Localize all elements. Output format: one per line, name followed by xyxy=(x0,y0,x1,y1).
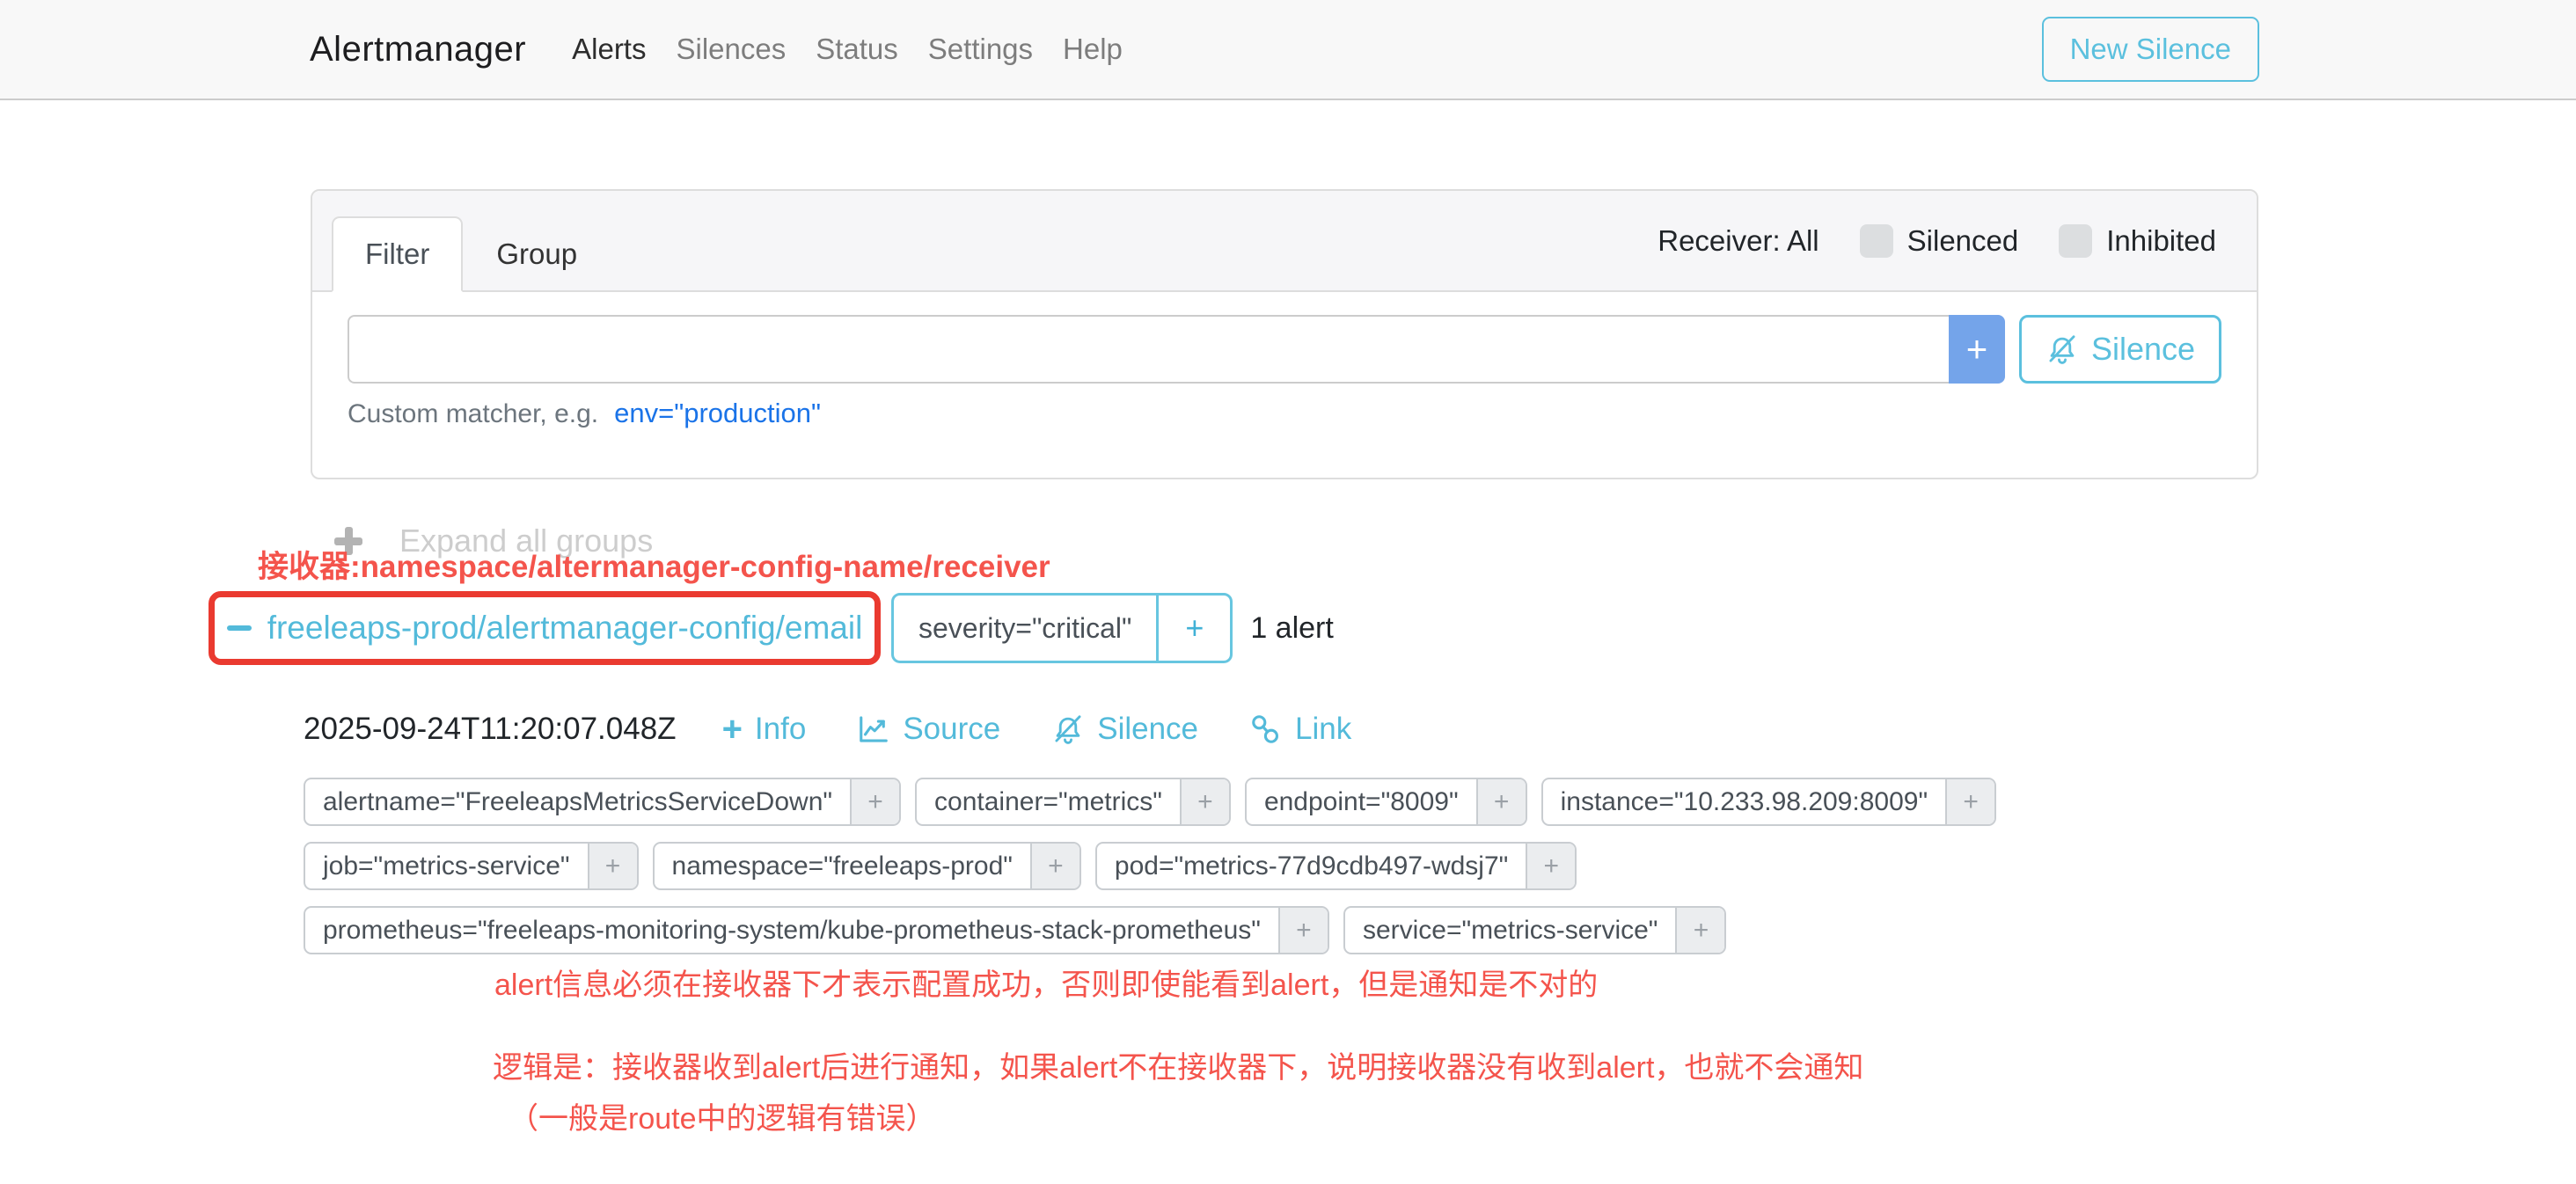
alert-detail: 2025-09-24T11:20:07.048Z + Info Source xyxy=(304,704,2054,954)
alert-group-header: freeleaps-prod/alertmanager-config/email… xyxy=(209,589,1334,667)
label-chip: prometheus="freeleaps-monitoring-system/… xyxy=(304,906,1329,954)
label-chip: job="metrics-service" + xyxy=(304,842,639,890)
alertmanager-page: Alertmanager Alerts Silences Status Sett… xyxy=(0,0,2576,1184)
add-filter-button[interactable]: + xyxy=(1278,908,1328,953)
nav-link-silences[interactable]: Silences xyxy=(676,33,786,66)
label-text: job="metrics-service" xyxy=(305,844,588,888)
silence-alert-button[interactable]: Silence xyxy=(1051,712,1198,747)
matcher-input[interactable] xyxy=(348,315,1949,384)
annotation-logic-note-line2: （一般是route中的逻辑有错误） xyxy=(509,1094,936,1137)
group-matcher-chip: severity="critical" + xyxy=(891,593,1233,663)
label-text: prometheus="freeleaps-monitoring-system/… xyxy=(305,908,1278,953)
add-matcher-button[interactable]: + xyxy=(1949,315,2005,384)
plus-icon: + xyxy=(867,787,883,817)
add-filter-button[interactable]: + xyxy=(1180,779,1229,824)
plus-icon: + xyxy=(1966,328,1988,370)
label-text: container="metrics" xyxy=(917,779,1180,824)
label-chip: endpoint="8009" + xyxy=(1245,778,1527,826)
navbar: Alertmanager Alerts Silences Status Sett… xyxy=(0,0,2576,100)
label-chip: namespace="freeleaps-prod" + xyxy=(653,842,1081,890)
link-label: Link xyxy=(1295,712,1351,747)
plus-icon: + xyxy=(1296,916,1312,946)
source-link[interactable]: Source xyxy=(857,712,1000,747)
alert-timestamp: 2025-09-24T11:20:07.048Z xyxy=(304,712,677,747)
annotation-alert-note: alert信息必须在接收器下才表示配置成功，否则即使能看到alert，但是通知是… xyxy=(494,961,1598,1004)
filter-panel: Filter Group Receiver: All Silenced Inhi… xyxy=(311,189,2258,479)
hint-text: Custom matcher, e.g. xyxy=(348,399,598,429)
annotation-logic-note-line1: 逻辑是：接收器收到alert后进行通知，如果alert不在接收器下，说明接收器没… xyxy=(493,1043,1863,1086)
plus-icon: + xyxy=(1544,851,1560,881)
group-matcher-label: severity="critical" xyxy=(894,596,1156,661)
source-label: Source xyxy=(903,712,1000,747)
add-filter-button[interactable]: + xyxy=(1526,844,1575,888)
plus-icon: + xyxy=(1185,610,1204,647)
add-group-matcher-button[interactable]: + xyxy=(1156,596,1230,661)
hint-example-link[interactable]: env="production" xyxy=(614,398,821,429)
add-filter-button[interactable]: + xyxy=(850,779,899,824)
tab-filter[interactable]: Filter xyxy=(332,216,463,292)
silence-filter-button[interactable]: Silence xyxy=(2019,315,2221,384)
label-text: instance="10.233.98.209:8009" xyxy=(1543,779,1945,824)
info-label: Info xyxy=(755,712,806,747)
inhibited-checkbox[interactable] xyxy=(2059,224,2092,258)
nav-link-settings[interactable]: Settings xyxy=(928,33,1033,66)
filter-panel-header: Filter Group Receiver: All Silenced Inhi… xyxy=(312,191,2257,292)
bell-slash-icon xyxy=(2045,333,2079,366)
brand-link[interactable]: Alertmanager xyxy=(310,30,526,69)
minus-icon xyxy=(227,625,252,631)
annotation-receiver-note: 接收器:namespace/altermanager-config-name/r… xyxy=(258,542,1050,587)
plus-icon: + xyxy=(1197,787,1213,817)
silenced-checkbox-group[interactable]: Silenced xyxy=(1860,224,2019,258)
label-text: namespace="freeleaps-prod" xyxy=(655,844,1030,888)
alert-labels: alertname="FreeleapsMetricsServiceDown" … xyxy=(304,778,2054,954)
add-filter-button[interactable]: + xyxy=(1030,844,1079,888)
label-text: alertname="FreeleapsMetricsServiceDown" xyxy=(305,779,850,824)
filter-panel-body: + Silence Custom matcher, e.g. env="prod xyxy=(312,292,2257,429)
plus-icon: + xyxy=(605,851,621,881)
nav-links: Alerts Silences Status Settings Help xyxy=(572,33,1123,66)
annotation-highlight-box: freeleaps-prod/alertmanager-config/email xyxy=(209,591,881,665)
add-filter-button[interactable]: + xyxy=(1675,908,1724,953)
silence-filter-label: Silence xyxy=(2091,331,2195,368)
alert-count: 1 alert xyxy=(1250,611,1334,646)
plus-icon: + xyxy=(1048,851,1064,881)
plus-icon: + xyxy=(1694,916,1709,946)
add-filter-button[interactable]: + xyxy=(588,844,637,888)
plus-icon: + xyxy=(1963,787,1979,817)
label-chip: pod="metrics-77d9cdb497-wdsj7" + xyxy=(1095,842,1577,890)
receiver-group-label: freeleaps-prod/alertmanager-config/email xyxy=(267,610,863,647)
label-chip: container="metrics" + xyxy=(915,778,1231,826)
matcher-hint: Custom matcher, e.g. env="production" xyxy=(348,398,2221,429)
matcher-row: + Silence xyxy=(348,315,2221,384)
inhibited-checkbox-group[interactable]: Inhibited xyxy=(2059,224,2216,258)
nav-link-status[interactable]: Status xyxy=(816,33,898,66)
silenced-checkbox[interactable] xyxy=(1860,224,1893,258)
silenced-checkbox-label: Silenced xyxy=(1907,224,2019,258)
label-chip: service="metrics-service" + xyxy=(1343,906,1727,954)
label-chip: instance="10.233.98.209:8009" + xyxy=(1541,778,1996,826)
receiver-filter[interactable]: Receiver: All xyxy=(1658,224,1819,258)
add-filter-button[interactable]: + xyxy=(1945,779,1994,824)
nav-link-help[interactable]: Help xyxy=(1063,33,1123,66)
inhibited-checkbox-label: Inhibited xyxy=(2106,224,2216,258)
label-text: endpoint="8009" xyxy=(1247,779,1476,824)
tab-group[interactable]: Group xyxy=(463,216,611,292)
alert-actions-row: 2025-09-24T11:20:07.048Z + Info Source xyxy=(304,704,2054,755)
bell-slash-icon xyxy=(1051,713,1085,746)
filter-options: Receiver: All Silenced Inhibited xyxy=(1658,224,2216,258)
generator-link[interactable]: Link xyxy=(1249,712,1351,747)
new-silence-button[interactable]: New Silence xyxy=(2042,17,2259,82)
plus-icon: + xyxy=(1494,787,1510,817)
label-text: service="metrics-service" xyxy=(1345,908,1676,953)
chart-line-icon xyxy=(857,713,890,746)
plus-icon: + xyxy=(722,712,743,747)
info-button[interactable]: + Info xyxy=(722,712,807,747)
label-text: pod="metrics-77d9cdb497-wdsj7" xyxy=(1097,844,1526,888)
silence-alert-label: Silence xyxy=(1097,712,1198,747)
receiver-group-link[interactable]: freeleaps-prod/alertmanager-config/email xyxy=(227,610,863,647)
link-icon xyxy=(1249,713,1283,746)
add-filter-button[interactable]: + xyxy=(1476,779,1526,824)
label-chip: alertname="FreeleapsMetricsServiceDown" … xyxy=(304,778,901,826)
nav-link-alerts[interactable]: Alerts xyxy=(572,33,646,66)
